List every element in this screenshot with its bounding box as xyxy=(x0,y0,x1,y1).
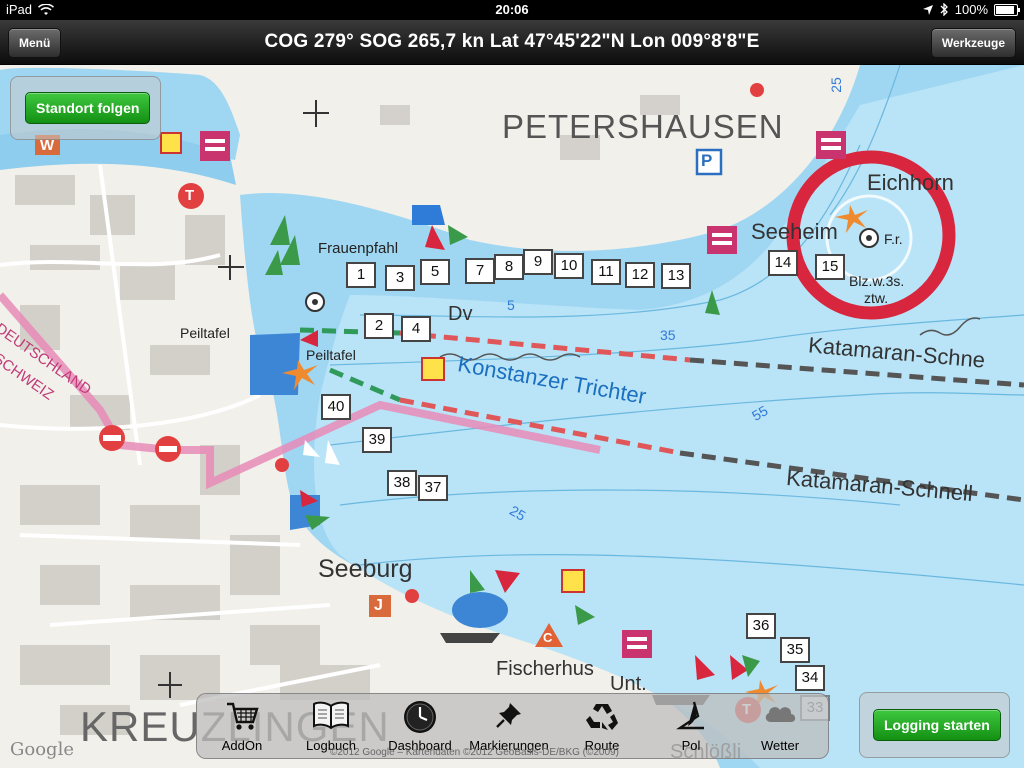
place-label: Frauenpfahl xyxy=(318,240,399,257)
follow-location-button[interactable]: Standort folgen xyxy=(25,92,151,124)
location-arrow-icon xyxy=(922,4,933,15)
toolbar-label: Pol xyxy=(681,738,701,753)
waypoint-marker[interactable]: 38 xyxy=(387,470,417,496)
map-label: Dv xyxy=(448,303,473,325)
start-logging-button[interactable]: Logging starten xyxy=(873,709,1001,741)
waypoint-marker[interactable]: 4 xyxy=(401,316,431,342)
nav-bar: Menü COG 279° SOG 265,7 kn Lat 47°45'22"… xyxy=(0,20,1024,65)
place-label: Seeheim xyxy=(751,219,838,244)
cart-icon xyxy=(201,700,283,734)
waypoint-marker[interactable]: 7 xyxy=(465,258,495,284)
toolbar-item-polar[interactable]: Pol xyxy=(650,694,732,758)
waypoint-marker[interactable]: 8 xyxy=(494,254,524,280)
waypoint-marker[interactable]: 9 xyxy=(523,249,553,275)
battery-icon xyxy=(994,3,1020,16)
depth-label: 35 xyxy=(660,327,676,343)
pin-icon xyxy=(468,700,550,734)
status-bar: iPad 20:06 100% xyxy=(0,0,1024,20)
book-icon xyxy=(290,700,372,734)
sign-label: T xyxy=(185,187,195,204)
google-logo: Google xyxy=(10,739,74,760)
depth-label: 25 xyxy=(827,77,844,93)
place-label: Seeburg xyxy=(318,555,413,583)
polar-icon xyxy=(650,700,732,734)
tools-button[interactable]: Werkzeuge xyxy=(930,28,1016,58)
nautical-map[interactable]: PETERSHAUSEN Eichhorn Seeheim Frauenpfah… xyxy=(0,65,1024,768)
waypoint-marker[interactable]: 39 xyxy=(362,427,392,453)
waypoint-marker[interactable]: 3 xyxy=(385,265,415,291)
waypoint-marker[interactable]: 40 xyxy=(321,394,351,420)
waypoint-marker[interactable]: 34 xyxy=(795,665,825,691)
depth-label: 5 xyxy=(507,297,515,313)
place-label: Fischerhus xyxy=(496,658,594,680)
toolbar-label: AddOn xyxy=(221,738,263,753)
waypoint-marker[interactable]: 1 xyxy=(346,262,376,288)
map-copyright: ©2012 Google – Kartendaten ©2012 GeoBasi… xyxy=(330,747,619,758)
place-label: Peiltafel xyxy=(180,325,230,341)
waypoint-marker[interactable]: 36 xyxy=(746,613,776,639)
logging-panel: Logging starten xyxy=(859,692,1010,758)
map-label: ztw. xyxy=(864,290,889,306)
place-label: PETERSHAUSEN xyxy=(502,108,784,145)
battery-percent: 100% xyxy=(954,2,988,17)
clock-icon xyxy=(379,700,461,734)
sign-label: J xyxy=(374,597,383,614)
recycle-icon xyxy=(561,700,643,734)
waypoint-marker[interactable]: 2 xyxy=(364,313,394,339)
toolbar-item-weather[interactable]: Wetter xyxy=(739,694,821,758)
waypoint-marker[interactable]: 13 xyxy=(661,263,691,289)
weather-icon xyxy=(739,700,821,734)
toolbar-item-addon[interactable]: AddOn xyxy=(201,694,283,758)
waypoint-marker[interactable]: 10 xyxy=(554,253,584,279)
waypoint-marker[interactable]: 37 xyxy=(418,475,448,501)
status-right: 100% xyxy=(922,2,1020,17)
place-label: Eichhorn xyxy=(867,170,954,195)
waypoint-marker[interactable]: 5 xyxy=(420,259,450,285)
sign-label: C xyxy=(543,630,553,645)
place-label: Peiltafel xyxy=(306,347,356,363)
waypoint-marker[interactable]: 35 xyxy=(780,637,810,663)
map-label: F.r. xyxy=(884,231,903,247)
waypoint-marker[interactable]: 11 xyxy=(591,259,621,285)
status-time: 20:06 xyxy=(495,2,529,17)
follow-location-panel: Standort folgen xyxy=(10,76,161,140)
waypoint-marker[interactable]: 14 xyxy=(768,250,798,276)
navigation-readout: COG 279° SOG 265,7 kn Lat 47°45'22"N Lon… xyxy=(264,31,760,52)
waypoint-marker[interactable]: 12 xyxy=(625,262,655,288)
parking-sign-label: P xyxy=(701,151,713,170)
map-label: Blz.w.3s. xyxy=(849,273,905,289)
bluetooth-icon xyxy=(940,3,948,16)
waypoint-marker[interactable]: 15 xyxy=(815,254,845,280)
toolbar-label: Wetter xyxy=(760,738,800,753)
